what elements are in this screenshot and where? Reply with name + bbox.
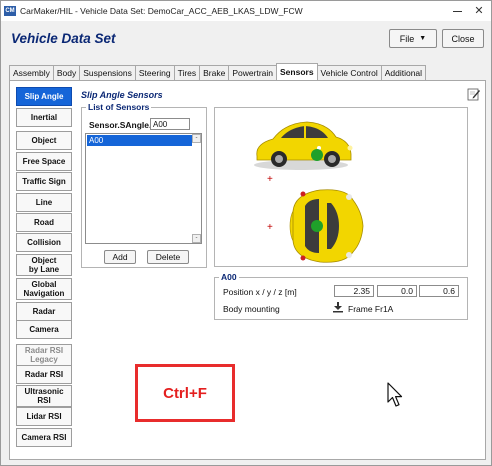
sidebar-item-global-navigation[interactable]: Global Navigation xyxy=(16,278,72,300)
tab-additional[interactable]: Additional xyxy=(380,65,427,80)
tab-body[interactable]: Body xyxy=(52,65,81,80)
keyboard-shortcut-overlay: Ctrl+F xyxy=(135,364,235,422)
body-mounting-label: Body mounting xyxy=(223,304,280,314)
section-title: Slip Angle Sensors xyxy=(81,90,163,100)
vehicle-preview: + + xyxy=(214,107,468,267)
delete-button[interactable]: Delete xyxy=(147,250,189,264)
sidebar-item-radar-rsi-legacy: Radar RSI Legacy xyxy=(16,344,72,366)
tab-bar: Assembly Body Suspensions Steering Tires… xyxy=(9,63,427,80)
position-y-input[interactable]: 0.0 xyxy=(377,285,417,297)
page-title: Vehicle Data Set xyxy=(11,31,116,46)
app-icon: CM xyxy=(4,6,16,16)
sensor-name-label: Sensor.SAngle. xyxy=(89,120,152,130)
tab-assembly[interactable]: Assembly xyxy=(9,65,54,80)
sidebar-item-slip-angle[interactable]: Slip Angle xyxy=(16,87,72,106)
sensor-detail-group-title: A00 xyxy=(219,272,239,282)
file-button-label: File xyxy=(399,33,415,44)
edit-icon[interactable] xyxy=(467,87,481,101)
file-menu-button[interactable]: File ▼ xyxy=(389,29,437,48)
tab-sensors[interactable]: Sensors xyxy=(276,63,318,80)
sidebar-item-camera-rsi[interactable]: Camera RSI xyxy=(16,428,72,447)
tab-vehicle-control[interactable]: Vehicle Control xyxy=(316,65,382,80)
sidebar-item-object[interactable]: Object xyxy=(16,131,72,150)
sidebar-item-inertial[interactable]: Inertial xyxy=(16,108,72,127)
sidebar-item-line[interactable]: Line xyxy=(16,193,72,212)
sidebar-item-traffic-sign[interactable]: Traffic Sign xyxy=(16,172,72,191)
tab-brake[interactable]: Brake xyxy=(199,65,230,80)
tab-powertrain[interactable]: Powertrain xyxy=(228,65,277,80)
sidebar-item-lidar-rsi[interactable]: Lidar RSI xyxy=(16,407,72,426)
vehicle-diagram: + + xyxy=(254,121,364,263)
car-top-view xyxy=(289,189,364,263)
caret-down-icon: ▼ xyxy=(419,35,427,42)
position-x-input[interactable]: 2.35 xyxy=(334,285,374,297)
sidebar-item-radar[interactable]: Radar xyxy=(16,302,72,321)
close-icon: ✕ xyxy=(474,4,484,17)
mouse-cursor-icon xyxy=(387,382,403,407)
sensor-listbox[interactable]: A00 - - xyxy=(85,133,202,244)
position-label: Position x / y / z [m] xyxy=(223,287,297,297)
sidebar-item-radar-rsi[interactable]: Radar RSI xyxy=(16,365,72,384)
scroll-down-button[interactable]: - xyxy=(192,234,201,243)
sensor-name-input[interactable]: A00 xyxy=(150,118,190,130)
list-scrollbar[interactable]: - - xyxy=(192,134,201,243)
sidebar-item-collision[interactable]: Collision xyxy=(16,233,72,252)
position-z-input[interactable]: 0.6 xyxy=(419,285,459,297)
sensor-list-group-title: List of Sensors xyxy=(86,102,152,112)
sensor-position-marker-side xyxy=(311,149,323,161)
window-close-button[interactable]: ✕ xyxy=(467,1,491,21)
scroll-up-button[interactable]: - xyxy=(192,134,201,143)
reference-point-top: + xyxy=(267,222,273,233)
tab-steering[interactable]: Steering xyxy=(134,65,175,80)
reference-point-side: + xyxy=(267,174,273,185)
close-button[interactable]: Close xyxy=(442,29,484,48)
shortcut-text: Ctrl+F xyxy=(163,384,207,402)
sidebar-item-ultrasonic-rsi[interactable]: Ultrasonic RSI xyxy=(16,385,72,407)
car-side-view xyxy=(254,121,353,170)
sidebar-item-object-by-lane[interactable]: Object by Lane xyxy=(16,254,72,276)
add-button[interactable]: Add xyxy=(104,250,136,264)
download-icon[interactable] xyxy=(333,302,343,313)
sensor-position-marker-top xyxy=(311,220,323,232)
minimize-button[interactable] xyxy=(445,1,469,21)
title-bar: CM CarMaker/HIL - Vehicle Data Set: Demo… xyxy=(1,1,491,21)
sidebar-item-road[interactable]: Road xyxy=(16,213,72,232)
minimize-icon xyxy=(452,10,462,12)
list-item[interactable]: A00 xyxy=(87,135,192,146)
tab-tires[interactable]: Tires xyxy=(173,65,201,80)
sidebar-item-camera[interactable]: Camera xyxy=(16,320,72,339)
vehicle-data-set-window: CM CarMaker/HIL - Vehicle Data Set: Demo… xyxy=(0,0,492,466)
sidebar-item-free-space[interactable]: Free Space xyxy=(16,152,72,171)
window-title: CarMaker/HIL - Vehicle Data Set: DemoCar… xyxy=(20,6,303,16)
body-mounting-value[interactable]: Frame Fr1A xyxy=(348,304,393,314)
tab-suspensions[interactable]: Suspensions xyxy=(79,65,136,80)
